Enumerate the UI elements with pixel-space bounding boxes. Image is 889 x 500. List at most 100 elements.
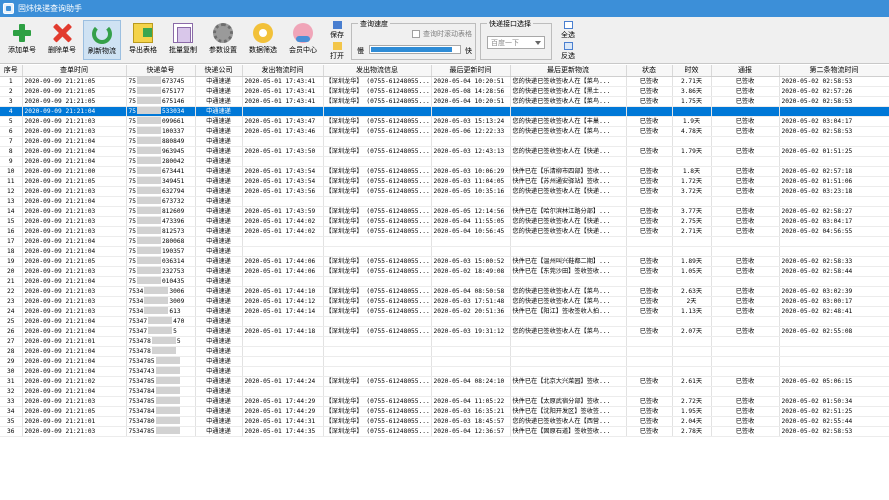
batch-copy-button[interactable]: 批量复制	[164, 20, 202, 60]
refresh-logistics-button[interactable]: 刷新物流	[83, 20, 121, 60]
col-header-company[interactable]: 快递公司	[195, 65, 243, 77]
data-filter-button[interactable]: 数据筛选	[244, 20, 282, 60]
table-row[interactable]: 34 2020-09-09 21:21:05 7534784 中通速递 2020-05-…	[0, 406, 889, 417]
cell-tracking-no: 7534785	[126, 426, 196, 437]
settings-button[interactable]: 参数设置	[204, 20, 242, 60]
cell-status: 已签收	[626, 76, 673, 87]
table-row[interactable]: 20 2020-09-09 21:21:03 75 232753 中通速递 2020-05…	[0, 266, 889, 277]
cell-no: 15	[0, 216, 23, 227]
api-select-dropdown[interactable]: 百度一下	[487, 36, 545, 49]
table-row[interactable]: 21 2020-09-09 21:21:04 75 010435 中通速递	[0, 276, 889, 287]
cell-no: 19	[0, 256, 23, 267]
col-header-duration[interactable]: 时效	[672, 65, 712, 77]
speed-slider[interactable]	[369, 45, 461, 54]
table-row[interactable]: 9 2020-09-09 21:21:04 75 280042 中通速递	[0, 156, 889, 167]
cell-send-info: 【深圳龙华】 (0755-61248055...	[323, 286, 432, 297]
tracking-no-prefix: 753478	[128, 347, 151, 355]
col-header-last-time[interactable]: 最后更新时间	[431, 65, 511, 77]
table-row[interactable]: 13 2020-09-09 21:21:04 75 673732 中通速递	[0, 196, 889, 207]
cell-last-info: 快件已在【东莞沙田】签收签收...	[510, 266, 627, 277]
col-header-send-info[interactable]: 发出物流信息	[323, 65, 432, 77]
cell-duration: 2天	[672, 296, 712, 307]
table-row[interactable]: 28 2020-09-09 21:21:04 753478 中通速递	[0, 346, 889, 357]
member-center-label: 会员中心	[289, 46, 317, 54]
table-row[interactable]: 35 2020-09-09 21:21:01 7534780 中通速递 2020-05-…	[0, 416, 889, 427]
tracking-no-prefix: 75	[128, 257, 136, 265]
col-header-notice[interactable]: 通报	[711, 65, 780, 77]
cell-status	[626, 156, 673, 167]
table-row[interactable]: 8 2020-09-09 21:21:04 75 963945 中通速递 2020-05-…	[0, 146, 889, 157]
table-row[interactable]: 25 2020-09-09 21:21:04 75347 470 中通速递	[0, 316, 889, 327]
filter-icon	[253, 23, 273, 43]
table-row[interactable]: 23 2020-09-09 21:21:03 7534 3009 中通速递 2020-05…	[0, 296, 889, 307]
cell-no: 24	[0, 306, 23, 317]
col-header-tracking-no[interactable]: 快递单号	[126, 65, 196, 77]
scroll-table-checkbox[interactable]: 查询时滚动表格	[412, 29, 472, 39]
col-header-send-time[interactable]: 发出物流时间	[242, 65, 324, 77]
cell-query-time: 2020-09-09 21:21:05	[22, 86, 127, 97]
table-row[interactable]: 33 2020-09-09 21:21:03 7534785 中通速递 2020-05-…	[0, 396, 889, 407]
col-header-last-info[interactable]: 最后更新物流	[510, 65, 627, 77]
invert-select-button[interactable]: 反选	[558, 41, 578, 61]
cell-no: 12	[0, 186, 23, 197]
table-row[interactable]: 11 2020-09-09 21:21:05 75 349451 中通速递 2020-05…	[0, 176, 889, 187]
table-row[interactable]: 17 2020-09-09 21:21:04 75 280068 中通速递	[0, 236, 889, 247]
table-row[interactable]: 30 2020-09-09 21:21:04 7534743 中通速递	[0, 366, 889, 377]
table-row[interactable]: 14 2020-09-09 21:21:03 75 812609 中通速递 2020-05…	[0, 206, 889, 217]
cell-status	[626, 276, 673, 287]
table-row[interactable]: 16 2020-09-09 21:21:03 75 812573 中通速递 2020-05…	[0, 226, 889, 237]
cell-send-time: 2020-05-01 17:44:10	[242, 286, 324, 297]
cell-query-time: 2020-09-09 21:21:04	[22, 346, 127, 357]
table-row[interactable]: 27 2020-09-09 21:21:01 753478 5 中通速递	[0, 336, 889, 347]
member-center-button[interactable]: 会员中心	[284, 20, 322, 60]
col-header-second-time[interactable]: 第二条物流时间	[779, 65, 889, 77]
table-row[interactable]: 2 2020-09-09 21:21:05 75 675177 中通速递 2020-05-…	[0, 86, 889, 97]
delete-tracking-button[interactable]: 删除单号	[43, 20, 81, 60]
redacted-blur	[136, 267, 161, 274]
cell-send-info: 【深圳龙华】 (0755-61248055...	[323, 116, 432, 127]
table-row[interactable]: 5 2020-09-09 21:21:03 75 099661 中通速递 2020-05-…	[0, 116, 889, 127]
save-button[interactable]: 保存	[327, 20, 347, 40]
table-row[interactable]: 24 2020-09-09 21:21:03 7534 613 中通速递 2020-05-…	[0, 306, 889, 317]
table-row[interactable]: 7 2020-09-09 21:21:04 75 880849 中通速递	[0, 136, 889, 147]
cell-notice	[711, 156, 780, 167]
table-row[interactable]: 18 2020-09-09 21:21:04 75 190357 中通速递	[0, 246, 889, 257]
table-row[interactable]: 36 2020-09-09 21:21:03 7534785 中通速递 2020-05-…	[0, 426, 889, 437]
refresh-icon	[92, 24, 112, 44]
open-button[interactable]: 打开	[327, 41, 347, 61]
table-row[interactable]: 19 2020-09-09 21:21:05 75 036314 中通速递 2020-05…	[0, 256, 889, 267]
cell-last-time: 2020-05-03 16:35:21	[431, 406, 511, 417]
table-row[interactable]: 3 2020-09-09 21:21:05 75 675146 中通速递 2020-05-…	[0, 96, 889, 107]
cell-no: 8	[0, 146, 23, 157]
table-row[interactable]: 10 2020-09-09 21:21:00 75 673441 中通速递 2020-05…	[0, 166, 889, 177]
cell-last-info	[510, 156, 627, 167]
cell-send-time: 2020-05-01 17:43:41	[242, 86, 324, 97]
table-row[interactable]: 26 2020-09-09 21:21:04 75347 5 中通速递 2020-05-0…	[0, 326, 889, 337]
cell-query-time: 2020-09-09 21:21:04	[22, 106, 127, 117]
table-row[interactable]: 1 2020-09-09 21:21:05 75 673745 中通速递 2020-05-…	[0, 76, 889, 87]
table-row[interactable]: 32 2020-09-09 21:21:04 7534784 中通速递	[0, 386, 889, 397]
cell-send-time: 2020-05-01 17:43:59	[242, 206, 324, 217]
cell-status	[626, 196, 673, 207]
table-row[interactable]: 6 2020-09-09 21:21:03 75 100337 中通速递 2020-05-…	[0, 126, 889, 137]
col-header-no[interactable]: 序号	[0, 65, 23, 77]
table-row[interactable]: 29 2020-09-09 21:21:04 7534785 中通速递	[0, 356, 889, 367]
cell-tracking-no: 75 533034	[126, 106, 196, 117]
table-row[interactable]: 15 2020-09-09 21:21:03 75 473396 中通速递 2020-05…	[0, 216, 889, 227]
col-header-query-time[interactable]: 查单时间	[22, 65, 127, 77]
select-all-button[interactable]: 全选	[558, 20, 578, 40]
table-row[interactable]: 31 2020-09-09 21:21:02 7534785 中通速递 2020-05-…	[0, 376, 889, 387]
cell-send-time: 2020-05-01 17:44:35	[242, 426, 324, 437]
add-tracking-button[interactable]: 添加单号	[3, 20, 41, 60]
cell-last-info	[510, 236, 627, 247]
col-header-status[interactable]: 状态	[626, 65, 673, 77]
cell-status: 已签收	[626, 146, 673, 157]
table-row[interactable]: 12 2020-09-09 21:21:03 75 632794 中通速递 2020-05…	[0, 186, 889, 197]
table-row[interactable]: 4 2020-09-09 21:21:04 75 533034 中通速递	[0, 106, 889, 117]
chevron-down-icon	[535, 41, 541, 45]
table-row[interactable]: 22 2020-09-09 21:21:03 7534 3006 中通速递 2020-05…	[0, 286, 889, 297]
export-table-button[interactable]: 导出表格	[124, 20, 162, 60]
cell-tracking-no: 75 673732	[126, 196, 196, 207]
cell-status	[626, 386, 673, 397]
cell-last-info	[510, 346, 627, 357]
